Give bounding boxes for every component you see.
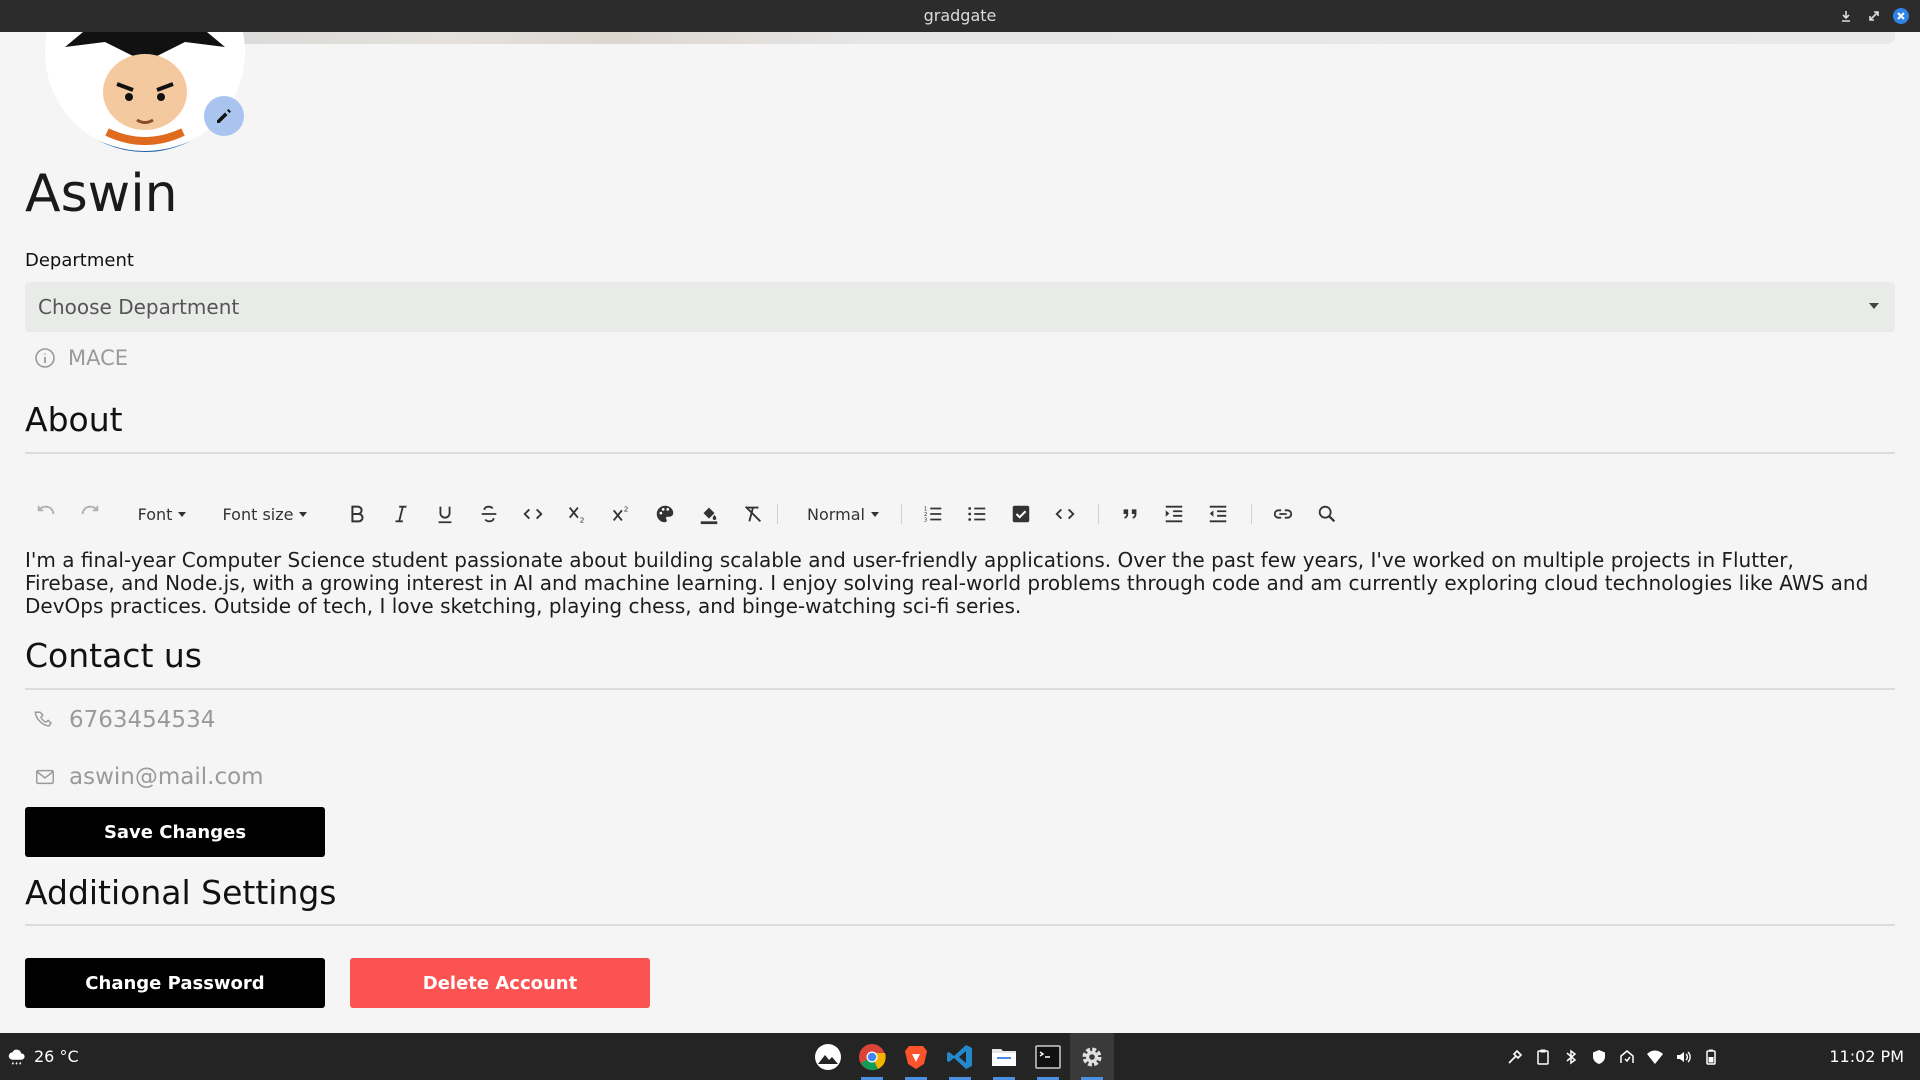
delete-account-button[interactable]: Delete Account bbox=[350, 958, 650, 1008]
toolbar-separator bbox=[1251, 504, 1252, 524]
font-dropdown[interactable]: Font bbox=[127, 494, 197, 534]
font-size-label: Font size bbox=[222, 504, 294, 524]
outdent-icon[interactable] bbox=[1203, 494, 1233, 534]
superscript-icon[interactable]: 2 bbox=[606, 494, 636, 534]
brave-icon[interactable] bbox=[894, 1033, 938, 1080]
email-field[interactable]: aswin@mail.com bbox=[34, 761, 264, 793]
phone-value: 6763454534 bbox=[69, 707, 216, 733]
about-divider bbox=[25, 452, 1895, 454]
check-list-icon[interactable] bbox=[1006, 494, 1036, 534]
about-text-editor[interactable]: I'm a final-year Computer Science studen… bbox=[25, 549, 1875, 618]
underline-icon[interactable] bbox=[430, 494, 460, 534]
taskbar-apps bbox=[806, 1033, 1114, 1080]
font-size-dropdown[interactable]: Font size bbox=[215, 494, 315, 534]
mail-icon bbox=[36, 769, 54, 785]
department-placeholder: Choose Department bbox=[38, 295, 240, 319]
quote-icon[interactable] bbox=[1115, 494, 1145, 534]
close-icon[interactable] bbox=[1893, 8, 1909, 24]
chevron-down-icon bbox=[1869, 303, 1879, 309]
clipboard-icon[interactable] bbox=[1534, 1048, 1552, 1066]
code-block-icon[interactable] bbox=[1050, 494, 1080, 534]
ordered-list-icon[interactable]: 123 bbox=[918, 494, 948, 534]
svg-text:2: 2 bbox=[580, 515, 585, 524]
indent-icon[interactable] bbox=[1159, 494, 1189, 534]
vscode-icon[interactable] bbox=[938, 1033, 982, 1080]
volume-icon[interactable] bbox=[1674, 1048, 1692, 1066]
save-changes-button[interactable]: Save Changes bbox=[25, 807, 325, 857]
strikethrough-icon[interactable] bbox=[474, 494, 504, 534]
settings-icon[interactable] bbox=[1070, 1033, 1114, 1080]
svg-text:2: 2 bbox=[624, 504, 629, 513]
contact-divider bbox=[25, 688, 1895, 690]
change-password-button[interactable]: Change Password bbox=[25, 958, 325, 1008]
info-icon bbox=[35, 348, 55, 368]
terminal-icon[interactable] bbox=[1026, 1033, 1070, 1080]
additional-settings-title: Additional Settings bbox=[25, 873, 337, 912]
email-value: aswin@mail.com bbox=[69, 764, 264, 790]
profile-page: Aswin Department Choose Department MACE … bbox=[0, 32, 1920, 1033]
contact-title: Contact us bbox=[25, 636, 202, 675]
color-picker-icon[interactable] bbox=[1506, 1048, 1524, 1066]
phone-field[interactable]: 6763454534 bbox=[34, 704, 215, 736]
weather-widget[interactable]: 26 °C bbox=[6, 1033, 79, 1080]
wifi-icon[interactable] bbox=[1646, 1048, 1664, 1066]
search-icon[interactable] bbox=[1312, 494, 1342, 534]
redo-icon[interactable] bbox=[75, 494, 105, 534]
pencil-icon bbox=[217, 109, 231, 123]
about-title: About bbox=[25, 400, 123, 439]
clock[interactable]: 11:02 PM bbox=[1829, 1033, 1904, 1080]
toolbar-separator bbox=[901, 504, 902, 524]
block-type-dropdown[interactable]: Normal bbox=[793, 494, 893, 534]
edit-avatar-button[interactable] bbox=[204, 96, 244, 136]
toolbar-separator bbox=[1098, 504, 1099, 524]
phone-icon bbox=[34, 711, 52, 727]
window-titlebar: gradgate bbox=[0, 0, 1920, 32]
window-title: gradgate bbox=[923, 6, 997, 25]
launcher-icon[interactable] bbox=[806, 1033, 850, 1080]
battery-icon[interactable] bbox=[1702, 1048, 1720, 1066]
department-label: Department bbox=[25, 250, 134, 271]
editor-toolbar: Font Font size 2 2 Normal 123 bbox=[25, 494, 1895, 534]
additional-settings-divider bbox=[25, 924, 1895, 926]
code-icon[interactable] bbox=[518, 494, 548, 534]
block-type-label: Normal bbox=[807, 504, 865, 524]
undo-icon[interactable] bbox=[31, 494, 61, 534]
profile-name: Aswin bbox=[25, 164, 178, 224]
weather-temp: 26 °C bbox=[34, 1047, 79, 1066]
palette-icon[interactable] bbox=[650, 494, 680, 534]
department-helper-text: MACE bbox=[68, 346, 129, 370]
shield-icon[interactable] bbox=[1590, 1048, 1608, 1066]
cover-banner bbox=[190, 32, 1895, 44]
link-icon[interactable] bbox=[1268, 494, 1298, 534]
taskbar: 26 °C 11:02 PM bbox=[0, 1033, 1920, 1080]
clear-format-icon[interactable] bbox=[738, 494, 768, 534]
font-dropdown-label: Font bbox=[137, 504, 173, 524]
department-select[interactable]: Choose Department bbox=[25, 282, 1895, 332]
bluetooth-icon[interactable] bbox=[1562, 1048, 1580, 1066]
cloud-rain-icon bbox=[8, 1049, 25, 1065]
minimize-icon[interactable] bbox=[1838, 8, 1854, 24]
bold-icon[interactable] bbox=[342, 494, 372, 534]
bullet-list-icon[interactable] bbox=[962, 494, 992, 534]
subscript-icon[interactable]: 2 bbox=[562, 494, 592, 534]
maximize-icon[interactable] bbox=[1866, 8, 1882, 24]
chrome-icon[interactable] bbox=[850, 1033, 894, 1080]
files-icon[interactable] bbox=[982, 1033, 1026, 1080]
system-tray bbox=[1506, 1033, 1720, 1080]
update-icon[interactable] bbox=[1618, 1048, 1636, 1066]
department-helper: MACE bbox=[34, 344, 128, 372]
svg-text:3: 3 bbox=[924, 517, 928, 523]
toolbar-separator bbox=[777, 504, 778, 524]
fill-color-icon[interactable] bbox=[694, 494, 724, 534]
italic-icon[interactable] bbox=[386, 494, 416, 534]
